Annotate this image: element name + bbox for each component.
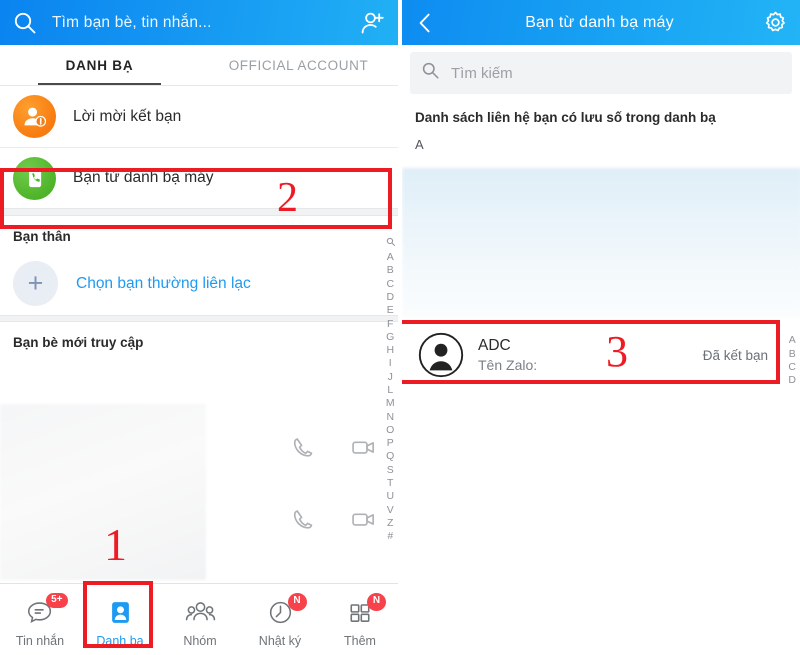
annotation-number-1: 1 [104,519,127,570]
annotation-number-3: 3 [606,327,628,376]
tab-official-account[interactable]: OFFICIAL ACCOUNT [199,45,398,85]
add-friend-icon[interactable] [360,10,386,36]
alpha-index-item[interactable]: Q [386,450,394,463]
alpha-index-item[interactable]: E [387,304,394,317]
page-title: Bạn từ danh bạ máy [525,13,674,31]
search-input-placeholder: Tìm kiếm [451,64,513,82]
tab-bar: DANH BẠ OFFICIAL ACCOUNT [0,45,398,86]
diary-clock-icon: N [267,592,307,628]
more-grid-icon: N [347,592,386,628]
section-divider-1 [0,208,398,216]
alpha-index-item[interactable]: J [388,370,393,383]
alpha-index-item[interactable]: B [789,347,796,360]
screenshot-root: Tìm bạn bè, tin nhắn... DANH BẠ OFFICIAL… [0,0,800,655]
video-call-icon[interactable] [350,434,377,461]
friend-request-icon [13,95,56,138]
contact-text-block: ADC Tên Zalo: [478,336,537,374]
search-icon[interactable] [12,10,38,36]
alpha-index-right[interactable]: A B C D [788,334,796,387]
contact-row-adc[interactable]: ADC Tên Zalo: Đã kết bạn [402,324,800,386]
recent-friend-actions-row-2 [290,506,377,533]
phonebook-contact-icon [13,156,56,200]
right-phone-panel: Bạn từ danh bạ máy Tìm kiếm Danh sách li… [400,0,800,655]
contact-list-note: Danh sách liên hệ bạn có lưu số trong da… [415,110,716,125]
row-phonebook-friends-label: Bạn từ danh bạ máy [73,169,214,186]
nav-item-messages-label: Tin nhắn [15,633,65,648]
section-title-close-friends: Bạn thân [13,229,71,244]
nav-item-more-label: Thêm [344,633,376,648]
search-icon [421,61,440,85]
badge-messages: 5+ [46,592,68,608]
badge-more: N [367,592,386,611]
alpha-index-item[interactable]: A [387,251,394,264]
alpha-index-item[interactable]: D [386,291,394,304]
left-phone-panel: Tìm bạn bè, tin nhắn... DANH BẠ OFFICIAL… [0,0,400,655]
tab-official-account-label: OFFICIAL ACCOUNT [228,57,369,73]
message-icon: 5+ [26,592,68,628]
person-avatar-icon [418,332,464,378]
alpha-index-item[interactable]: N [386,410,394,423]
alpha-index-item[interactable]: C [788,361,796,374]
bottom-nav-bar: 5+ Tin nhắn Danh bạ Nhóm N Nhật ký N Thê… [0,583,398,655]
nav-item-diary[interactable]: N Nhật ký [240,584,320,655]
alpha-index-item[interactable]: C [386,277,394,290]
nav-item-diary-label: Nhật ký [258,633,302,648]
row-friend-requests-label: Lời mời kết bạn [73,107,182,125]
alpha-index-item[interactable]: V [387,503,394,516]
section-title-recent-friends: Bạn bè mới truy cập [13,335,144,350]
contacts-icon [108,598,133,628]
tab-danh-ba[interactable]: DANH BẠ [0,45,199,85]
row-friend-requests[interactable]: Lời mời kết bạn [0,86,398,147]
alpha-index-item[interactable]: T [387,477,393,490]
alpha-index-item[interactable]: I [389,357,392,370]
video-call-icon[interactable] [350,506,377,533]
alpha-index-search-icon[interactable] [386,236,396,251]
alpha-index-item[interactable]: B [387,264,394,277]
letter-section-header: A [415,137,424,152]
contact-status-badge: Đã kết bạn [702,347,768,363]
alpha-index-item[interactable]: P [387,437,394,450]
alpha-index-item[interactable]: H [386,344,394,357]
pick-close-friends-label: Chọn bạn thường liên lạc [76,274,251,292]
alpha-index-item[interactable]: Z [387,516,393,529]
alpha-index-item[interactable]: A [789,334,796,347]
alpha-index-item[interactable]: U [386,490,394,503]
phone-call-icon[interactable] [290,434,317,461]
nav-item-more[interactable]: N Thêm [320,584,398,655]
left-header-bar: Tìm bạn bè, tin nhắn... [0,0,398,45]
search-input[interactable]: Tìm bạn bè, tin nhắn... [52,14,360,32]
recent-friend-actions-row-1 [290,434,377,461]
right-header-bar: Bạn từ danh bạ máy [402,0,800,45]
alpha-index-item[interactable]: G [386,330,394,343]
search-field[interactable]: Tìm kiếm [410,52,792,94]
nav-item-contacts[interactable]: Danh bạ [80,584,160,655]
alpha-index-item[interactable]: S [387,463,394,476]
nav-item-groups-label: Nhóm [183,633,217,648]
plus-icon[interactable]: + [13,261,58,306]
contact-name: ADC [478,337,511,355]
row-phonebook-friends[interactable]: Bạn từ danh bạ máy [0,147,398,208]
alpha-index-item[interactable]: # [387,530,393,543]
badge-diary: N [287,592,307,611]
alpha-index-left[interactable]: A B C D E F G H I J L M N O P Q S T U V … [386,236,396,543]
nav-item-messages[interactable]: 5+ Tin nhắn [0,584,80,655]
pick-close-friends-row[interactable]: + Chọn bạn thường liên lạc [0,252,398,315]
annotation-number-2: 2 [277,175,298,221]
alpha-index-item[interactable]: M [386,397,395,410]
alpha-index-item[interactable]: F [387,317,393,330]
alpha-index-item[interactable]: O [386,423,394,436]
redacted-contacts-block [402,168,800,318]
back-chevron-icon[interactable] [414,11,436,35]
tab-danh-ba-label: DANH BẠ [65,57,134,73]
group-icon [185,598,216,628]
gear-icon[interactable] [763,10,788,35]
alpha-index-item[interactable]: D [788,374,796,387]
redacted-recent-friends-block [0,404,206,580]
nav-item-groups[interactable]: Nhóm [160,584,240,655]
nav-item-contacts-label: Danh bạ [96,633,144,648]
phone-call-icon[interactable] [290,506,317,533]
contact-zalo-name: Tên Zalo: [478,356,538,373]
section-divider-2 [0,315,398,322]
alpha-index-item[interactable]: L [387,384,393,397]
